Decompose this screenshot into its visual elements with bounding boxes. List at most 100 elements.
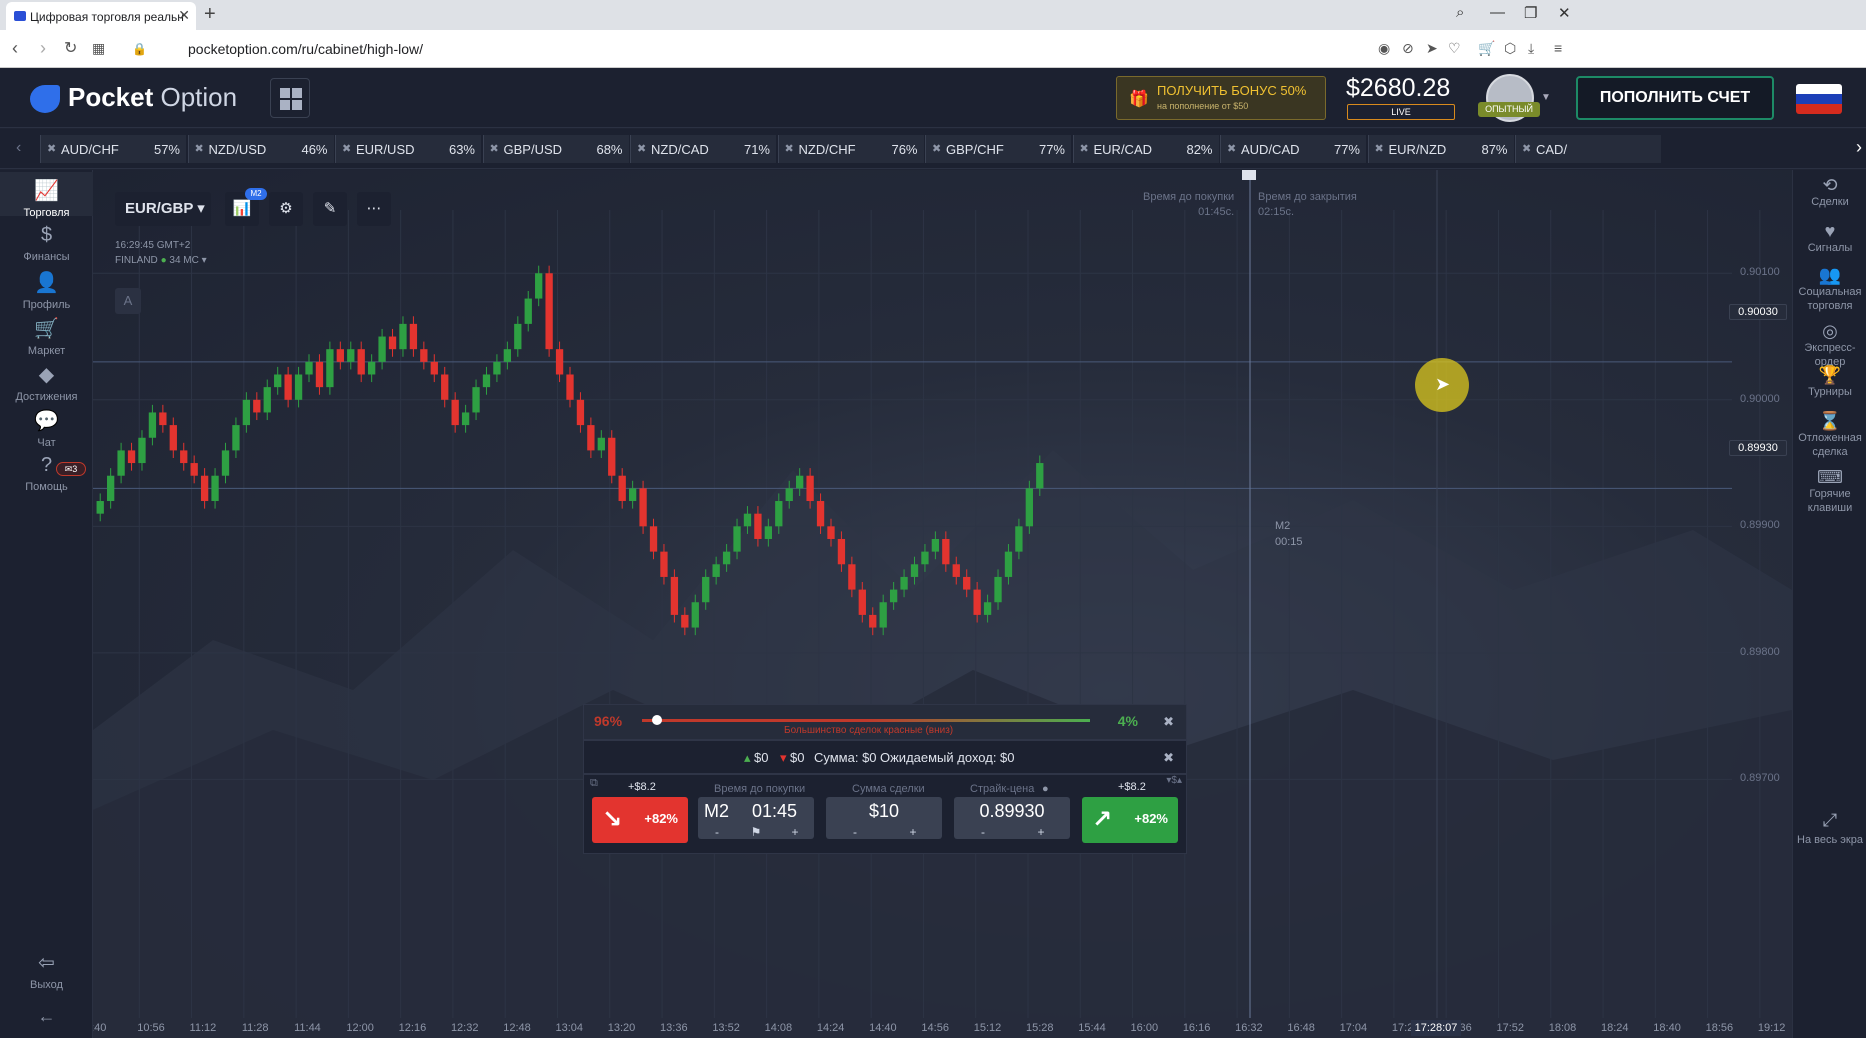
amount-minus-button[interactable]: - xyxy=(826,825,884,839)
fullscreen-button[interactable]: ⤢ На весь экра xyxy=(1793,810,1866,846)
candle-body xyxy=(253,399,261,413)
indicators-button[interactable]: ⚙ xyxy=(269,192,303,226)
logout-button[interactable]: ⇦ Выход xyxy=(0,950,93,991)
close-icon[interactable]: ✖ xyxy=(1080,142,1089,155)
close-icon[interactable]: ✖ xyxy=(342,142,351,155)
sidebar-item-user[interactable]: 👤 Профиль xyxy=(0,264,93,311)
grid-icon[interactable]: ▦ xyxy=(92,40,105,57)
sidebar-item-chat[interactable]: 💬 Чат xyxy=(0,402,93,449)
menu-icon[interactable]: ≡ xyxy=(1554,40,1562,56)
asset-tab-nzdusd[interactable]: ✖ NZD/USD 46% xyxy=(187,135,334,163)
forward-icon[interactable]: › xyxy=(40,38,46,59)
expiry-minus-button[interactable]: - xyxy=(698,825,736,839)
strike-control[interactable]: 0.89930 - + xyxy=(954,797,1070,839)
asset-tab-gbpusd[interactable]: ✖ GBP/USD 68% xyxy=(482,135,629,163)
logo[interactable]: Pocket Option xyxy=(30,82,237,114)
close-icon[interactable]: ✖ xyxy=(785,142,794,155)
rightbar-item-keyboard[interactable]: ⌨ Горячие клавиши xyxy=(1793,468,1866,515)
close-icon[interactable]: ✖ xyxy=(1375,142,1384,155)
drawing-button[interactable]: ✎ xyxy=(313,192,347,226)
sidebar-item-diamond[interactable]: ◆ Достижения xyxy=(0,356,93,403)
asset-tab-cad[interactable]: ✖ CAD/ xyxy=(1515,135,1661,163)
box-icon[interactable]: ⬡ xyxy=(1504,40,1516,57)
close-tab-icon[interactable]: ✕ xyxy=(178,7,190,24)
expiry-control[interactable]: M2 01:45 - ⚑ + xyxy=(698,797,814,839)
asset-tab-eurusd[interactable]: ✖ EUR/USD 63% xyxy=(335,135,481,163)
asset-tab-nzdcad[interactable]: ✖ NZD/CAD 71% xyxy=(630,135,776,163)
close-icon[interactable]: ✖ xyxy=(1522,142,1531,155)
download-icon[interactable]: ⤓ xyxy=(1528,40,1534,57)
exchange-info[interactable]: FINLAND ● 34 МС ▾ xyxy=(115,253,207,268)
toggle-icon[interactable]: ● xyxy=(1042,783,1049,795)
close-window-button[interactable]: ✕ xyxy=(1558,4,1571,22)
rightbar-item-history[interactable]: ⟲ Сделки xyxy=(1793,176,1866,209)
strike-plus-button[interactable]: + xyxy=(1012,825,1070,839)
close-icon[interactable]: ✖ xyxy=(47,142,56,155)
panel-settings-icon[interactable]: ▾$▴ xyxy=(1166,775,1182,786)
flag-icon[interactable]: ⚑ xyxy=(738,825,774,839)
chevron-right-icon[interactable]: › xyxy=(1856,137,1862,158)
asset-tab-audchf[interactable]: ✖ AUD/CHF 57% xyxy=(40,135,186,163)
buy-up-button[interactable]: ↗ +82% xyxy=(1082,797,1178,843)
chart-area[interactable]: EUR/GBP ▾ 📊 M2 ⚙ ✎ ⋯ 16:29:45 GMT+2 FINL… xyxy=(93,170,1792,1038)
balance[interactable]: $2680.28 xyxy=(1346,74,1450,103)
asset-tab-nzdchf[interactable]: ✖ NZD/CHF 76% xyxy=(777,135,924,163)
sidebar-item-chart[interactable]: 📈 Торговля xyxy=(0,172,93,219)
candle-body xyxy=(775,501,783,527)
grid-cell xyxy=(292,100,302,110)
heart-icon[interactable]: ♡ xyxy=(1448,40,1461,57)
close-icon[interactable]: ✖ xyxy=(932,142,941,155)
close-icon[interactable]: ✖ xyxy=(1163,714,1174,730)
exchange-name: FINLAND xyxy=(115,255,158,266)
more-button[interactable]: ⋯ xyxy=(357,192,391,226)
deposit-button[interactable]: ПОПОЛНИТЬ СЧЕТ xyxy=(1576,76,1774,120)
time-tick-label: 11:12 xyxy=(189,1022,217,1034)
sell-down-button[interactable]: ↘ +82% xyxy=(592,797,688,843)
candlestick-chart[interactable] xyxy=(93,170,1792,1038)
rightbar-item-trophy[interactable]: 🏆 Турниры xyxy=(1793,366,1866,399)
search-tabs-icon[interactable]: ⌕ xyxy=(1456,4,1464,21)
close-icon[interactable]: ✖ xyxy=(637,142,646,155)
asset-tab-gbpchf[interactable]: ✖ GBP/CHF 77% xyxy=(925,135,1071,163)
bonus-button[interactable]: 🎁 ПОЛУЧИТЬ БОНУС 50% на пополнение от $5… xyxy=(1116,76,1326,120)
close-icon[interactable]: ✖ xyxy=(1227,142,1236,155)
apps-grid-button[interactable] xyxy=(270,78,310,118)
sidebar-item-cart[interactable]: 🛒 Маркет xyxy=(0,310,93,357)
minimize-button[interactable]: — xyxy=(1490,4,1505,21)
account-type-badge[interactable]: LIVE xyxy=(1347,104,1455,120)
chevron-down-icon[interactable]: ▼ xyxy=(1541,92,1551,103)
chevron-left-icon[interactable]: ‹ xyxy=(16,139,21,157)
reload-icon[interactable]: ↻ xyxy=(64,38,77,58)
amount-control[interactable]: $10 - + xyxy=(826,797,942,839)
language-flag-icon[interactable] xyxy=(1796,84,1842,114)
new-tab-button[interactable]: + xyxy=(204,3,216,26)
hline-price-tag[interactable]: 0.90030 xyxy=(1729,304,1787,320)
close-icon[interactable]: ✖ xyxy=(490,142,499,155)
asset-tab-eurnzd[interactable]: ✖ EUR/NZD 87% xyxy=(1367,135,1514,163)
autoscale-button[interactable]: A xyxy=(115,288,141,314)
rightbar-item-express[interactable]: ◎ Экспресс-ордер xyxy=(1793,322,1866,369)
rightbar-item-signal[interactable]: ♥ Сигналы xyxy=(1793,222,1866,255)
strike-minus-button[interactable]: - xyxy=(954,825,1012,839)
close-icon[interactable]: ✖ xyxy=(1163,750,1174,766)
asset-tab-audcad[interactable]: ✖ AUD/CAD 77% xyxy=(1220,135,1366,163)
sidebar-item-dollar[interactable]: $ Финансы xyxy=(0,218,93,263)
candle-body xyxy=(242,399,251,426)
panel-icon[interactable]: ⧉ xyxy=(590,777,598,790)
amount-plus-button[interactable]: + xyxy=(884,825,942,839)
cart-icon[interactable]: 🛒 xyxy=(1478,40,1495,57)
block-icon[interactable]: ⊘ xyxy=(1402,40,1414,57)
maximize-button[interactable]: ❐ xyxy=(1524,4,1537,22)
camera-icon[interactable]: ◉ xyxy=(1378,40,1390,57)
rightbar-item-social[interactable]: 👥 Социальная торговля xyxy=(1793,266,1866,313)
rightbar-item-hourglass[interactable]: ⌛ Отложенная сделка xyxy=(1793,412,1866,459)
send-icon[interactable]: ➤ xyxy=(1426,40,1438,57)
close-icon[interactable]: ✖ xyxy=(195,142,204,155)
collapse-sidebar-icon[interactable]: ← xyxy=(0,1006,93,1027)
pair-selector[interactable]: EUR/GBP ▾ xyxy=(115,192,211,226)
asset-tab-eurcad[interactable]: ✖ EUR/CAD 82% xyxy=(1072,135,1219,163)
browser-tab[interactable]: Цифровая торговля реальн ✕ xyxy=(6,2,196,30)
expiry-plus-button[interactable]: + xyxy=(776,825,814,839)
back-icon[interactable]: ‹ xyxy=(12,38,18,59)
url-field[interactable]: pocketoption.com/ru/cabinet/high-low/ xyxy=(188,41,423,57)
